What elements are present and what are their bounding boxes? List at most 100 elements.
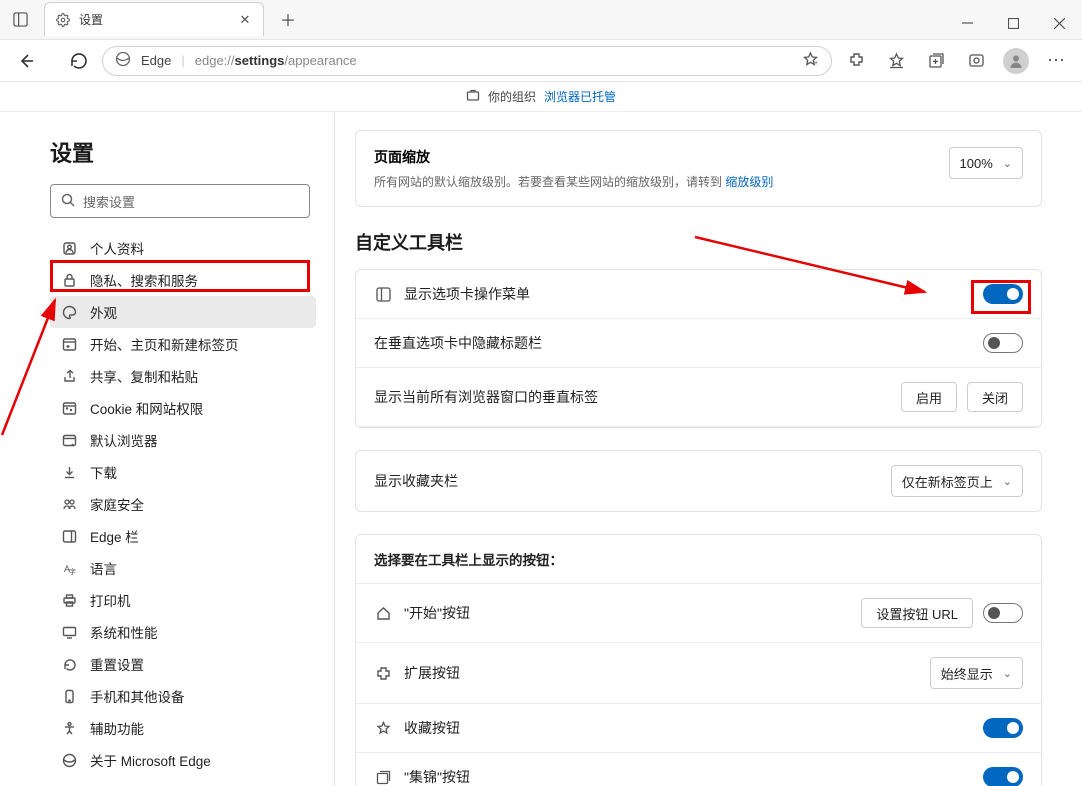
- sidebar-item-label: 下载: [90, 462, 117, 482]
- profile-avatar[interactable]: [1000, 45, 1032, 77]
- toggle-collections-button[interactable]: [983, 767, 1023, 786]
- sidebar-item-2[interactable]: 外观: [50, 296, 316, 328]
- sidebar-item-label: 手机和其他设备: [90, 686, 185, 706]
- managed-link[interactable]: 浏览器已托管: [544, 88, 616, 105]
- sidebar-item-4[interactable]: 共享、复制和粘贴: [50, 360, 316, 392]
- row-tab-actions-menu: 显示选项卡操作菜单: [404, 284, 530, 304]
- svg-text:+: +: [814, 60, 818, 67]
- section-customize-toolbar: 自定义工具栏: [355, 229, 1042, 255]
- chevron-down-icon: ⌄: [1003, 667, 1012, 680]
- collections-small-icon: [374, 768, 392, 786]
- collections-icon[interactable]: [920, 45, 952, 77]
- settings-title: 设置: [50, 136, 316, 168]
- enable-button[interactable]: 启用: [901, 382, 957, 412]
- share-icon: [60, 369, 78, 384]
- sidebar-item-label: 语言: [90, 558, 117, 578]
- favorites-icon[interactable]: [880, 45, 912, 77]
- cookie-icon: [60, 401, 78, 416]
- sidebar-item-1[interactable]: 隐私、搜索和服务: [50, 264, 316, 296]
- sidebar-item-8[interactable]: 家庭安全: [50, 488, 316, 520]
- sidebar-item-7[interactable]: 下载: [50, 456, 316, 488]
- close-window-button[interactable]: [1036, 7, 1082, 39]
- zoom-title: 页面缩放: [374, 147, 949, 167]
- sidebar-item-6[interactable]: 默认浏览器: [50, 424, 316, 456]
- edge-icon: [60, 753, 78, 768]
- sidebar-item-label: 开始、主页和新建标签页: [90, 334, 239, 354]
- extensions-dropdown[interactable]: 始终显示⌄: [930, 657, 1023, 689]
- sidebar-item-label: 外观: [90, 302, 117, 322]
- window-icon: [60, 337, 78, 352]
- address-bar[interactable]: Edge | edge://settings/appearance +: [102, 46, 832, 76]
- toggle-hide-titlebar[interactable]: [983, 333, 1023, 353]
- sidebar-item-label: 个人资料: [90, 238, 144, 258]
- set-url-button[interactable]: 设置按钮 URL: [861, 598, 973, 628]
- toggle-favorites-button[interactable]: [983, 718, 1023, 738]
- tab-menu-icon: [374, 285, 392, 303]
- favorites-bar-dropdown[interactable]: 仅在新标签页上⌄: [891, 465, 1023, 497]
- zoom-dropdown[interactable]: 100%⌄: [949, 147, 1023, 179]
- close-icon[interactable]: ✕: [237, 12, 253, 28]
- tab-actions-icon[interactable]: [6, 5, 34, 33]
- star-icon: [374, 719, 392, 737]
- browser-icon: [60, 433, 78, 448]
- sidebar-item-label: 关于 Microsoft Edge: [90, 750, 211, 770]
- browser-essentials-icon[interactable]: [960, 45, 992, 77]
- addr-url: edge://settings/appearance: [195, 53, 357, 68]
- sidebar-item-3[interactable]: 开始、主页和新建标签页: [50, 328, 316, 360]
- maximize-button[interactable]: [990, 7, 1036, 39]
- sidebar-item-13[interactable]: 重置设置: [50, 648, 316, 680]
- chevron-down-icon: ⌄: [1003, 475, 1012, 488]
- zoom-desc: 所有网站的默认缩放级别。若要查看某些网站的缩放级别，请转到 缩放级别: [374, 173, 949, 190]
- search-input[interactable]: 搜索设置: [50, 184, 310, 218]
- browser-tab[interactable]: 设置 ✕: [44, 2, 264, 36]
- svg-text:字: 字: [69, 567, 76, 576]
- settings-main: 页面缩放 所有网站的默认缩放级别。若要查看某些网站的缩放级别，请转到 缩放级别 …: [335, 112, 1082, 786]
- row-home-button: "开始"按钮: [404, 603, 470, 623]
- back-button[interactable]: [10, 45, 42, 77]
- palette-icon: [60, 305, 78, 320]
- user-icon: [60, 241, 78, 256]
- download-icon: [60, 465, 78, 480]
- toggle-tab-actions[interactable]: [983, 284, 1023, 304]
- row-favorites-button: 收藏按钮: [404, 718, 460, 738]
- addr-app: Edge: [141, 53, 171, 68]
- sidebar-item-9[interactable]: Edge 栏: [50, 520, 316, 552]
- briefcase-icon: [466, 88, 480, 105]
- extensions-icon[interactable]: [840, 45, 872, 77]
- gear-icon: [55, 12, 71, 28]
- edge-logo-icon: [115, 51, 131, 70]
- search-icon: [61, 193, 75, 210]
- row-extensions-button: 扩展按钮: [404, 663, 460, 683]
- row-toolbar-buttons-header: 选择要在工具栏上显示的按钮：: [356, 535, 1041, 584]
- phone-icon: [60, 689, 78, 704]
- new-tab-button[interactable]: ＋: [274, 5, 302, 33]
- settings-sidebar: 设置 搜索设置 个人资料隐私、搜索和服务外观开始、主页和新建标签页共享、复制和粘…: [0, 112, 335, 786]
- toggle-home-button[interactable]: [983, 603, 1023, 623]
- titlebar: 设置 ✕ ＋: [0, 0, 1082, 40]
- minimize-button[interactable]: [944, 7, 990, 39]
- more-menu-button[interactable]: ⋯: [1040, 45, 1072, 77]
- zoom-link[interactable]: 缩放级别: [725, 175, 773, 189]
- row-vertical-tabs: 显示当前所有浏览器窗口的垂直标签: [374, 387, 598, 407]
- system-icon: [60, 625, 78, 640]
- sidebar-item-16[interactable]: 关于 Microsoft Edge: [50, 744, 316, 776]
- row-collections-button: "集锦"按钮: [404, 767, 470, 786]
- sidebar-item-5[interactable]: Cookie 和网站权限: [50, 392, 316, 424]
- favorite-star-icon[interactable]: +: [802, 51, 819, 71]
- close-button[interactable]: 关闭: [967, 382, 1023, 412]
- printer-icon: [60, 593, 78, 608]
- sidebar-item-0[interactable]: 个人资料: [50, 232, 316, 264]
- sidebar-item-label: 重置设置: [90, 654, 144, 674]
- sidebar-item-14[interactable]: 手机和其他设备: [50, 680, 316, 712]
- lang-icon: A字: [60, 561, 78, 576]
- managed-notice: 你的组织浏览器已托管: [0, 82, 1082, 112]
- access-icon: [60, 721, 78, 736]
- bar-icon: [60, 529, 78, 544]
- sidebar-item-12[interactable]: 系统和性能: [50, 616, 316, 648]
- sidebar-item-15[interactable]: 辅助功能: [50, 712, 316, 744]
- sidebar-item-label: 家庭安全: [90, 494, 144, 514]
- sidebar-item-10[interactable]: A字语言: [50, 552, 316, 584]
- tab-title: 设置: [79, 11, 103, 28]
- refresh-button[interactable]: [62, 45, 94, 77]
- sidebar-item-11[interactable]: 打印机: [50, 584, 316, 616]
